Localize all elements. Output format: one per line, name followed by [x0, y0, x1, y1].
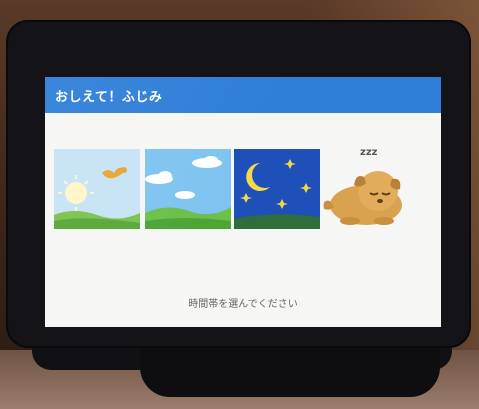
- sleeping-dog-icon: zzz: [323, 147, 402, 225]
- touch-screen: おしえて！ふじみ zzz 時間帯を選んでください: [45, 77, 441, 327]
- night-moon-stars-icon: [234, 149, 320, 229]
- title-bar: おしえて！ふじみ: [45, 77, 441, 113]
- daytime-sky-icon: [145, 149, 231, 229]
- page-title: おしえて！ふじみ: [55, 90, 163, 105]
- sleeping-dog-mascot: zzz: [320, 139, 410, 234]
- choice-night[interactable]: [234, 149, 320, 229]
- monitor-stand: [140, 342, 440, 397]
- instruction-text: 時間帯を選んでください: [188, 299, 298, 310]
- choice-day[interactable]: [145, 149, 231, 229]
- choice-morning[interactable]: [54, 149, 140, 229]
- sunrise-bird-icon: [54, 149, 140, 229]
- sleep-zzz-text: zzz: [360, 147, 378, 158]
